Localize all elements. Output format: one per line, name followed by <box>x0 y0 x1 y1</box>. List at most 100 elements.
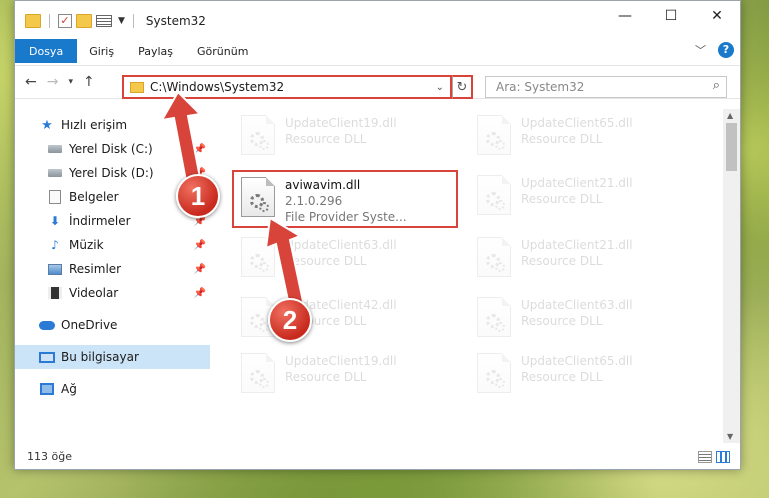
star-icon: ★ <box>41 117 53 133</box>
ribbon-tabs: Dosya Giriş Paylaş Görünüm ﹀ ? <box>15 39 740 63</box>
pictures-icon <box>47 262 63 276</box>
customize-toolbar-chevron-icon[interactable]: ▼ <box>118 16 125 26</box>
properties-icon[interactable] <box>96 15 112 27</box>
explorer-window: ✓ ▼ System32 — ☐ ✕ Dosya Giriş Paylaş Gö… <box>14 0 741 470</box>
up-arrow-icon[interactable]: ↑ <box>83 74 95 90</box>
sidebar-item-this-pc[interactable]: Bu bilgisayar <box>15 345 210 369</box>
search-input[interactable]: Ara: System32 ⌕ <box>485 76 727 98</box>
file-name: UpdateClient65.dll <box>521 354 633 368</box>
pin-icon: 📌 <box>193 239 206 251</box>
sidebar-item-label: Resimler <box>69 262 122 276</box>
folder-icon <box>25 14 41 28</box>
dll-file-icon <box>477 175 511 215</box>
new-folder-icon[interactable] <box>76 14 92 28</box>
file-description: Resource DLL <box>521 192 603 206</box>
file-name: UpdateClient19.dll <box>285 354 397 368</box>
sidebar-item-label: Bu bilgisayar <box>61 350 139 364</box>
file-name: UpdateClient63.dll <box>521 298 633 312</box>
file-name: UpdateClient65.dll <box>521 116 633 130</box>
status-bar: 113 öğe <box>15 443 740 469</box>
sidebar-item-label: Yerel Disk (C:) <box>69 142 153 156</box>
sidebar-item-label: Videolar <box>69 286 119 300</box>
address-folder-icon <box>130 81 144 93</box>
download-icon: ⬇ <box>49 214 61 228</box>
dll-file-icon <box>477 237 511 277</box>
refresh-icon: ↻ <box>456 79 468 95</box>
main-area: ★ Hızlı erişim Yerel Disk (C:) 📌 Yerel D… <box>15 109 740 443</box>
file-description: Resource DLL <box>521 370 603 384</box>
vertical-scrollbar[interactable]: ▲ ▼ <box>723 109 740 443</box>
maximize-button[interactable]: ☐ <box>648 1 694 31</box>
details-view-icon[interactable] <box>698 451 712 463</box>
toolbar-divider <box>49 14 50 28</box>
file-description: Resource DLL <box>521 314 603 328</box>
sidebar-item-downloads[interactable]: ⬇ İndirmeler 📌 <box>15 209 210 233</box>
recent-locations-chevron-icon[interactable]: ▾ <box>68 77 73 87</box>
close-button[interactable]: ✕ <box>694 1 740 31</box>
cloud-icon <box>39 318 55 332</box>
window-title: System32 <box>145 14 206 28</box>
back-arrow-icon[interactable]: ← <box>25 74 37 90</box>
file-item[interactable]: UpdateClient65.dll Resource DLL <box>469 109 699 167</box>
sidebar-item-label: Ağ <box>61 382 77 396</box>
expand-ribbon-chevron-icon[interactable]: ﹀ <box>695 42 706 58</box>
sidebar-item-label: OneDrive <box>61 318 118 332</box>
tab-home[interactable]: Giriş <box>77 39 126 63</box>
video-icon <box>47 286 63 300</box>
dll-file-icon <box>241 353 275 393</box>
forward-arrow-icon[interactable]: → <box>47 74 59 90</box>
dll-file-icon <box>477 353 511 393</box>
file-name: UpdateClient21.dll <box>521 238 633 252</box>
sidebar-item-onedrive[interactable]: OneDrive <box>15 313 210 337</box>
tab-share[interactable]: Paylaş <box>126 39 185 63</box>
sidebar-item-music[interactable]: ♪ Müzik 📌 <box>15 233 210 257</box>
scrollbar-thumb[interactable] <box>726 123 737 171</box>
sidebar-item-label: Belgeler <box>69 190 119 204</box>
large-icons-view-icon[interactable] <box>716 451 730 463</box>
sidebar-item-videos[interactable]: Videolar 📌 <box>15 281 210 305</box>
sidebar-item-network[interactable]: Ağ <box>15 377 210 401</box>
properties-check-icon[interactable]: ✓ <box>58 14 72 28</box>
drive-icon <box>47 166 63 180</box>
step-1-badge: 1 <box>176 174 220 218</box>
step-2-badge: 2 <box>268 298 312 342</box>
refresh-button[interactable]: ↻ <box>452 75 473 99</box>
file-item[interactable]: UpdateClient65.dll Resource DLL <box>469 347 699 405</box>
music-note-icon: ♪ <box>51 238 59 252</box>
scroll-down-icon[interactable]: ▼ <box>727 432 733 441</box>
file-name: UpdateClient19.dll <box>285 116 397 130</box>
sidebar-item-label: Müzik <box>69 238 104 252</box>
document-icon <box>47 190 63 204</box>
scroll-up-icon[interactable]: ▲ <box>727 111 733 120</box>
file-item[interactable]: UpdateClient21.dll Resource DLL <box>469 169 699 227</box>
minimize-button[interactable]: — <box>602 1 648 31</box>
tab-view[interactable]: Görünüm <box>185 39 260 63</box>
pin-icon: 📌 <box>193 263 206 275</box>
sidebar-item-label: İndirmeler <box>69 214 131 228</box>
file-description: Resource DLL <box>285 132 367 146</box>
file-item[interactable]: UpdateClient19.dll Resource DLL <box>233 109 463 167</box>
file-item[interactable]: UpdateClient21.dll Resource DLL <box>469 231 699 289</box>
file-item[interactable]: UpdateClient63.dll Resource DLL <box>469 291 699 349</box>
dll-file-icon <box>241 177 275 217</box>
help-icon[interactable]: ? <box>718 42 734 58</box>
sidebar-item-label: Yerel Disk (D:) <box>69 166 154 180</box>
search-placeholder: Ara: System32 <box>496 80 585 94</box>
network-icon <box>39 382 55 396</box>
drive-icon <box>47 142 63 156</box>
sidebar-item-pictures[interactable]: Resimler 📌 <box>15 257 210 281</box>
file-name: UpdateClient21.dll <box>521 176 633 190</box>
file-item[interactable]: UpdateClient19.dll Resource DLL <box>233 347 463 405</box>
pin-icon: 📌 <box>193 287 206 299</box>
item-count: 113 öğe <box>27 449 72 463</box>
computer-icon <box>39 350 55 364</box>
dll-file-icon <box>477 115 511 155</box>
quick-access-toolbar: ✓ ▼ <box>15 14 138 28</box>
dll-file-icon <box>241 115 275 155</box>
file-description: Resource DLL <box>285 370 367 384</box>
sidebar-item-label: Hızlı erişim <box>61 118 128 132</box>
toolbar-divider <box>132 14 134 28</box>
tab-file[interactable]: Dosya <box>15 39 78 63</box>
address-dropdown-chevron-icon[interactable]: ⌄ <box>430 82 450 93</box>
search-icon: ⌕ <box>712 78 720 93</box>
